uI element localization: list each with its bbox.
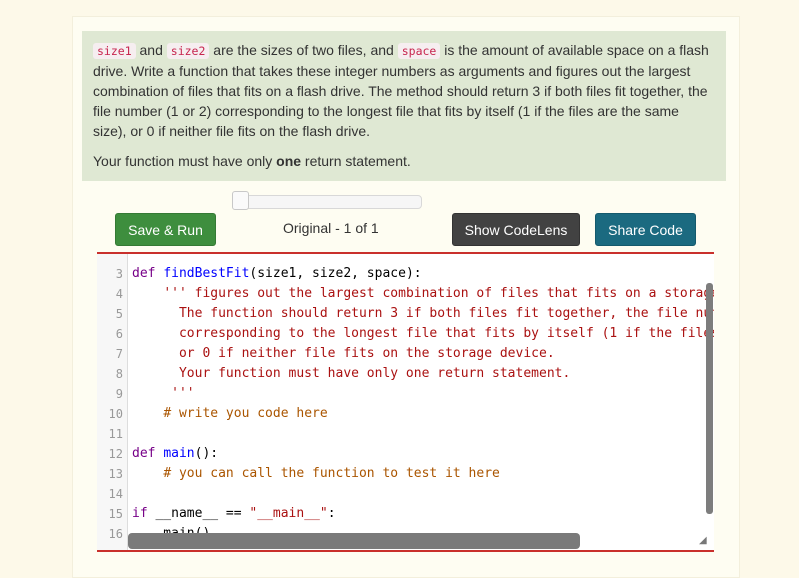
code-line[interactable]: def findBestFit(size1, size2, space):: [132, 264, 422, 284]
code-line[interactable]: corresponding to the longest file that f…: [132, 324, 714, 344]
text-sizes: are the sizes of two files, and: [209, 42, 398, 58]
code-line[interactable]: or 0 if neither file fits on the storage…: [132, 344, 555, 364]
problem-description: size1 and size2 are the sizes of two fil…: [82, 31, 726, 181]
code-line[interactable]: def main():: [132, 444, 218, 464]
history-slider-thumb[interactable]: [232, 191, 249, 210]
editor-horizontal-scrollbar[interactable]: [128, 533, 580, 549]
problem-statement: size1 and size2 are the sizes of two fil…: [93, 40, 715, 141]
line-number: 6: [115, 327, 123, 341]
line-number: 3: [115, 267, 123, 281]
note-bold: one: [276, 153, 302, 169]
note-prefix: Your function must have only: [93, 153, 277, 169]
code-line[interactable]: The function should return 3 if both fil…: [132, 304, 714, 324]
resize-handle-icon[interactable]: ◢: [699, 536, 709, 546]
code-line[interactable]: if __name__ == "__main__":: [132, 504, 336, 524]
line-number: 5: [115, 307, 123, 321]
line-number: 14: [108, 487, 123, 501]
code-line[interactable]: # you can call the function to test it h…: [132, 464, 500, 484]
var-size1: size1: [93, 43, 136, 59]
line-number: 13: [108, 467, 123, 481]
code-editor[interactable]: 3 def findBestFit(size1, size2, space): 4 …: [97, 252, 714, 552]
var-size2: size2: [166, 43, 210, 59]
note-suffix: return statement.: [301, 153, 411, 169]
editor-vertical-scrollbar[interactable]: [706, 283, 713, 514]
line-number: 10: [108, 407, 123, 421]
line-number: 7: [115, 347, 123, 361]
problem-note: Your function must have only one return …: [93, 151, 715, 171]
code-line[interactable]: # write you code here: [132, 404, 327, 424]
line-number: 11: [108, 427, 123, 441]
save-run-button[interactable]: Save & Run: [115, 213, 216, 246]
line-number: 9: [115, 387, 123, 401]
text-and: and: [135, 42, 167, 58]
var-space: space: [397, 43, 441, 59]
line-number: 12: [108, 447, 123, 461]
line-number: 4: [115, 287, 123, 301]
share-code-button[interactable]: Share Code: [595, 213, 696, 246]
line-number: 8: [115, 367, 123, 381]
line-number: 15: [108, 507, 123, 521]
version-label: Original - 1 of 1: [283, 220, 379, 236]
history-slider-track[interactable]: [232, 195, 422, 209]
line-number: 16: [108, 527, 123, 541]
code-line[interactable]: Your function must have only one return …: [132, 364, 570, 384]
code-line[interactable]: ''' figures out the largest combination …: [132, 284, 714, 304]
code-line[interactable]: ''': [132, 384, 195, 404]
show-codelens-button[interactable]: Show CodeLens: [452, 213, 580, 246]
